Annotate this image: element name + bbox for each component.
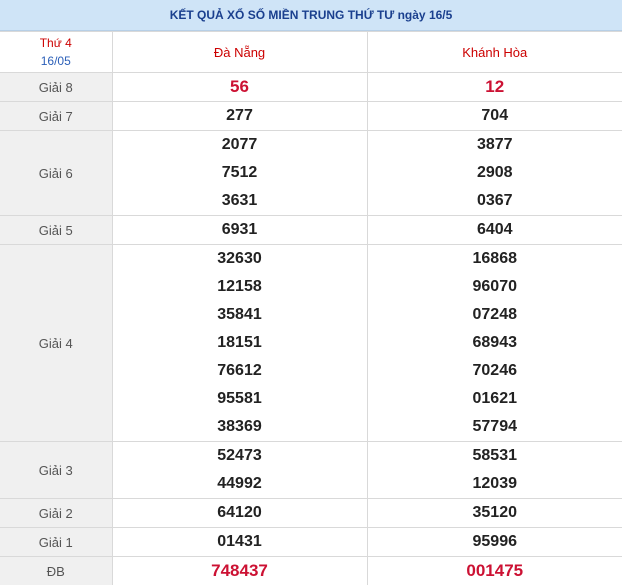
dn-cell: 01431	[112, 528, 367, 557]
prize-number: 12	[368, 73, 622, 101]
prize-number: 277	[113, 102, 367, 130]
prize-number: 07248	[368, 301, 622, 329]
prize-row-g7: Giải 7 277 704	[0, 102, 622, 131]
prize-number: 38369	[113, 413, 367, 441]
prize-number: 96070	[368, 273, 622, 301]
prize-row-g5: Giải 5 6931 6404	[0, 216, 622, 245]
prize-label: ĐB	[0, 557, 112, 585]
prize-number: 35841	[113, 301, 367, 329]
prize-number: 12158	[113, 273, 367, 301]
dn-cell: 64120	[112, 499, 367, 528]
prize-label: Giải 7	[0, 102, 112, 131]
prize-number: 3877	[368, 131, 622, 159]
prize-number: 35120	[368, 499, 622, 527]
dn-cell: 748437	[112, 557, 367, 585]
kh-cell: 35120	[367, 499, 622, 528]
prize-row-g3: Giải 3 52473 44992 58531 12039	[0, 442, 622, 499]
kh-cell: 95996	[367, 528, 622, 557]
prize-number: 76612	[113, 357, 367, 385]
prize-number: 95996	[368, 528, 622, 556]
prize-number: 56	[113, 73, 367, 101]
kh-cell: 16868 96070 07248 68943 70246 01621 5779…	[367, 245, 622, 442]
prize-number: 6404	[368, 216, 622, 244]
prize-row-g6: Giải 6 2077 7512 3631 3877 2908 0367	[0, 131, 622, 216]
prize-number: 12039	[368, 470, 622, 498]
kh-cell: 58531 12039	[367, 442, 622, 499]
prize-number: 68943	[368, 329, 622, 357]
prize-row-g2: Giải 2 64120 35120	[0, 499, 622, 528]
prize-number: 7512	[113, 159, 367, 187]
prize-label: Giải 8	[0, 73, 112, 102]
prize-number: 0367	[368, 187, 622, 215]
prize-row-g8: Giải 8 56 12	[0, 73, 622, 102]
kh-cell: 3877 2908 0367	[367, 131, 622, 216]
prize-number: 95581	[113, 385, 367, 413]
prize-label: Giải 1	[0, 528, 112, 557]
kh-cell: 704	[367, 102, 622, 131]
dn-cell: 52473 44992	[112, 442, 367, 499]
prize-number: 2908	[368, 159, 622, 187]
prize-label: Giải 2	[0, 499, 112, 528]
kh-cell: 12	[367, 73, 622, 102]
prize-number: 58531	[368, 442, 622, 470]
dn-cell: 2077 7512 3631	[112, 131, 367, 216]
prize-number: 704	[368, 102, 622, 130]
prize-number: 57794	[368, 413, 622, 441]
prize-row-special: ĐB 748437 001475	[0, 557, 622, 585]
prize-number: 18151	[113, 329, 367, 357]
prize-number: 70246	[368, 357, 622, 385]
dn-cell: 277	[112, 102, 367, 131]
prize-number: 6931	[113, 216, 367, 244]
prize-number: 2077	[113, 131, 367, 159]
special-prize-number: 001475	[368, 557, 622, 585]
prize-number: 64120	[113, 499, 367, 527]
prize-label: Giải 5	[0, 216, 112, 245]
dn-cell: 32630 12158 35841 18151 76612 95581 3836…	[112, 245, 367, 442]
kh-cell: 6404	[367, 216, 622, 245]
weekday-label: Thứ 4	[0, 34, 112, 52]
special-prize-number: 748437	[113, 557, 367, 585]
prize-number: 01431	[113, 528, 367, 556]
prize-row-g4: Giải 4 32630 12158 35841 18151 76612 955…	[0, 245, 622, 442]
province-khanh-hoa[interactable]: Khánh Hòa	[367, 32, 622, 73]
prize-label: Giải 4	[0, 245, 112, 442]
prize-number: 16868	[368, 245, 622, 273]
prize-row-g1: Giải 1 01431 95996	[0, 528, 622, 557]
prize-number: 3631	[113, 187, 367, 215]
results-table: Thứ 4 16/05 Đà Nẵng Khánh Hòa Giải 8 56 …	[0, 31, 622, 585]
prize-label: Giải 3	[0, 442, 112, 499]
results-title: KẾT QUẢ XỔ SỐ MIỀN TRUNG THỨ TƯ ngày 16/…	[0, 0, 622, 31]
prize-number: 52473	[113, 442, 367, 470]
prize-number: 01621	[368, 385, 622, 413]
prize-number: 44992	[113, 470, 367, 498]
dn-cell: 6931	[112, 216, 367, 245]
kh-cell: 001475	[367, 557, 622, 585]
date-cell: Thứ 4 16/05	[0, 32, 112, 73]
prize-number: 32630	[113, 245, 367, 273]
prize-label: Giải 6	[0, 131, 112, 216]
date-label: 16/05	[0, 52, 112, 70]
province-da-nang[interactable]: Đà Nẵng	[112, 32, 367, 73]
dn-cell: 56	[112, 73, 367, 102]
header-row: Thứ 4 16/05 Đà Nẵng Khánh Hòa	[0, 32, 622, 73]
